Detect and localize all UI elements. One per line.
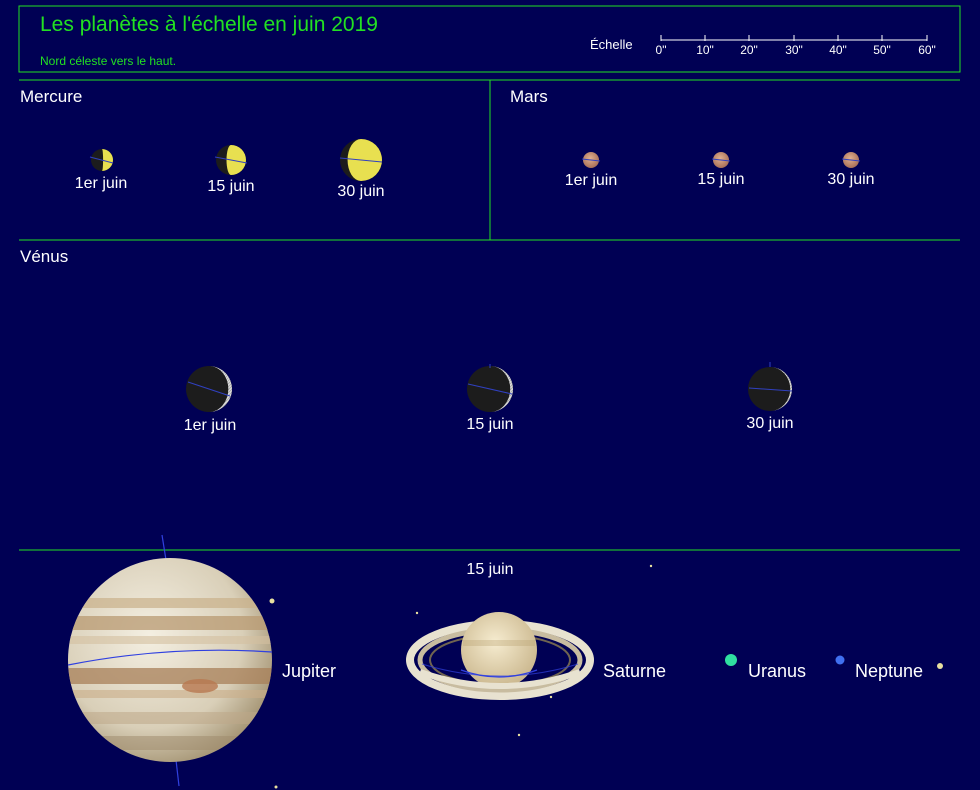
scale-tick-label: 40": [829, 43, 847, 57]
saturn-label: Saturne: [603, 661, 667, 681]
diagram-canvas: [18, 5, 961, 789]
mercury-date-label: 1er juin: [74, 175, 128, 192]
mars-jun01: [581, 152, 601, 168]
mars-date-label: 30 juin: [827, 171, 875, 188]
mercury-jun15: [214, 145, 248, 175]
mercury-jun30: [339, 139, 383, 181]
uranus-disk: [725, 654, 737, 666]
saturn-disk: [406, 564, 653, 737]
mars-date-label: 15 juin: [697, 171, 745, 188]
scale-tick-label: 20": [740, 43, 758, 57]
mars-jun15: [711, 152, 731, 168]
scale-label: Échelle: [590, 37, 633, 52]
jupiter-label: Jupiter: [282, 661, 337, 681]
venus-jun30: [748, 362, 793, 411]
scale-tick-label: 0": [655, 43, 667, 57]
scale-tick-label: 60": [918, 43, 936, 57]
venus-panel-label: Vénus: [20, 247, 69, 266]
venus-date-label: 15 juin: [466, 416, 514, 433]
uranus-label: Uranus: [748, 661, 807, 681]
mercury-panel-label: Mercure: [20, 87, 83, 106]
outer-date-label: 15 juin: [466, 561, 514, 578]
mercury-date-label: 15 juin: [207, 178, 255, 195]
mercury-jun01: [89, 149, 114, 171]
venus-jun01: [186, 366, 232, 412]
planets-scale-diagram: Les planètes à l'échelle en juin 2019 No…: [0, 0, 980, 790]
page-title: Les planètes à l'échelle en juin 2019: [40, 13, 378, 36]
venus-jun15: [467, 364, 513, 412]
page-subtitle: Nord céleste vers le haut.: [40, 54, 177, 68]
scale-tick-label: 50": [873, 43, 891, 57]
mars-jun30: [841, 152, 861, 168]
venus-date-label: 1er juin: [183, 417, 237, 434]
scale-tick-label: 30": [785, 43, 803, 57]
jupiter-disk: [67, 534, 275, 787]
scale-bar: [660, 35, 928, 41]
venus-date-label: 30 juin: [746, 415, 794, 432]
neptune-label: Neptune: [855, 661, 924, 681]
scale-tick-label: 10": [696, 43, 714, 57]
mars-panel-label: Mars: [510, 87, 548, 106]
mercury-date-label: 30 juin: [337, 183, 385, 200]
mars-date-label: 1er juin: [564, 172, 618, 189]
